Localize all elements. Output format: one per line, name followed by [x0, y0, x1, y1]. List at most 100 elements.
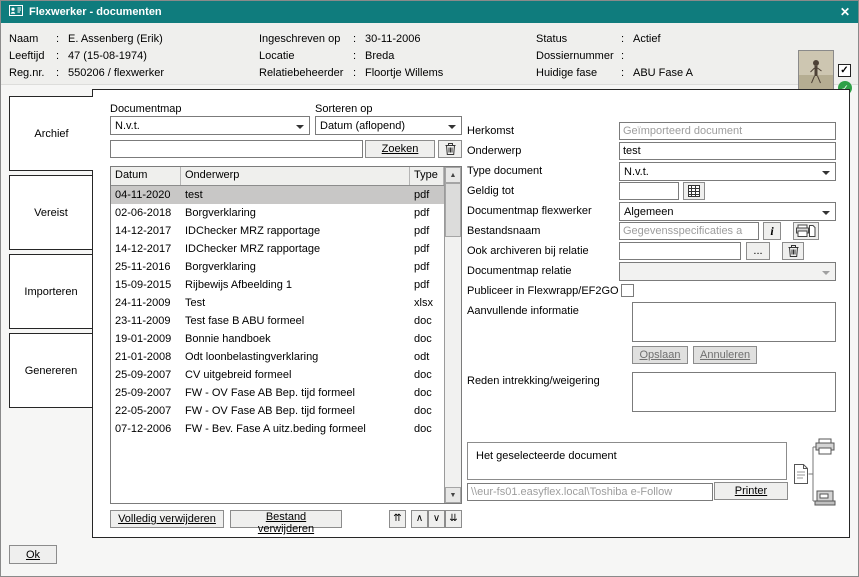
header-field: Leeftijd:47 (15-08-1974) — [9, 48, 164, 64]
type-document-value: N.v.t. — [624, 166, 649, 178]
reden-intrekking-field[interactable] — [632, 372, 836, 412]
chevron-down-icon — [822, 211, 830, 219]
header-group-status: Status:ActiefDossiernummer:Huidige fase:… — [536, 31, 693, 81]
bestandsnaam-label: Bestandsnaam — [467, 225, 540, 237]
tab-genereren[interactable]: Genereren — [9, 333, 93, 408]
print-route-diagram — [793, 438, 839, 510]
documentmap-flexwerker-select[interactable]: Algemeen — [619, 202, 836, 221]
check-icon: ✓ — [840, 65, 848, 76]
window-icon — [9, 5, 23, 19]
herkomst-field — [619, 122, 836, 140]
search-input[interactable] — [110, 140, 363, 158]
table-header-row: Datum Onderwerp Type — [111, 167, 444, 186]
close-icon[interactable]: ✕ — [840, 5, 850, 19]
chevron-down-icon — [822, 271, 830, 279]
table-row[interactable]: 21-01-2008Odt loonbelastingverklaringodt — [111, 348, 444, 366]
window-title: Flexwerker - documenten — [29, 6, 834, 18]
volledig-verwijderen-button[interactable]: Volledig verwijderen — [110, 510, 224, 528]
table-row[interactable]: 25-09-2007CV uitgebreid formeeldoc — [111, 366, 444, 384]
tab-archief[interactable]: Archief — [9, 96, 93, 171]
ook-archiveren-label: Ook archiveren bij relatie — [467, 245, 589, 257]
chevron-down-icon — [296, 125, 304, 133]
annuleren-button[interactable]: Annuleren — [693, 346, 757, 364]
header-info-bar: Naam:E. Assenberg (Erik)Leeftijd:47 (15-… — [1, 23, 858, 85]
table-row[interactable]: 25-09-2007FW - OV Fase AB Bep. tijd form… — [111, 384, 444, 402]
header-field: Naam:E. Assenberg (Erik) — [9, 31, 164, 47]
browse-relatie-button[interactable]: ... — [746, 242, 770, 260]
calendar-button[interactable] — [683, 182, 705, 200]
calendar-icon — [688, 185, 700, 197]
table-row[interactable]: 07-12-2006FW - Bev. Fase A uitz.beding f… — [111, 420, 444, 438]
table-row[interactable]: 22-05-2007FW - OV Fase AB Bep. tijd form… — [111, 402, 444, 420]
table-row[interactable]: 15-09-2015Rijbewijs Afbeelding 1pdf — [111, 276, 444, 294]
delete-relatie-button[interactable] — [782, 242, 804, 260]
header-field: Relatiebeheerder:Floortje Willems — [259, 65, 443, 81]
tab-vereist[interactable]: Vereist — [9, 175, 93, 250]
chevron-down-icon — [822, 171, 830, 179]
sorteren-select[interactable]: Datum (aflopend) — [315, 116, 462, 135]
header-group-registration: Ingeschreven op:30-11-2006Locatie:BredaR… — [259, 31, 443, 81]
sorteren-value: Datum (aflopend) — [320, 120, 405, 132]
header-field: Status:Actief — [536, 31, 693, 47]
printer-button[interactable]: Printer — [714, 482, 788, 500]
printer-icon — [816, 439, 834, 454]
table-row[interactable]: 24-11-2009Testxlsx — [111, 294, 444, 312]
move-down-button[interactable]: ∨ — [428, 510, 445, 528]
scroll-down-button[interactable]: ▼ — [445, 487, 461, 503]
table-row[interactable]: 14-12-2017IDChecker MRZ rapportagepdf — [111, 240, 444, 258]
header-field: Ingeschreven op:30-11-2006 — [259, 31, 443, 47]
move-top-button[interactable]: ⇈ — [389, 510, 406, 528]
table-row[interactable]: 23-11-2009Test fase B ABU formeeldoc — [111, 312, 444, 330]
trash-icon — [788, 245, 799, 257]
move-up-button[interactable]: ∧ — [411, 510, 428, 528]
geldig-tot-field[interactable] — [619, 182, 679, 200]
type-document-label: Type document — [467, 165, 542, 177]
bestand-verwijderen-button[interactable]: Bestand verwijderen — [230, 510, 342, 528]
clear-search-button[interactable] — [438, 140, 462, 158]
ook-archiveren-field[interactable] — [619, 242, 741, 260]
zoeken-button[interactable]: Zoeken — [365, 140, 435, 158]
reden-intrekking-label: Reden intrekking/weigering — [467, 375, 600, 387]
table-row[interactable]: 19-01-2009Bonnie handboekdoc — [111, 330, 444, 348]
scroll-up-button[interactable]: ▲ — [445, 167, 461, 183]
sorteren-label: Sorteren op — [315, 103, 372, 115]
documentmap-relatie-label: Documentmap relatie — [467, 265, 572, 277]
table-row[interactable]: 04-11-2020testpdf — [111, 186, 444, 204]
move-bottom-button[interactable]: ⇊ — [445, 510, 462, 528]
chevron-down-icon — [448, 125, 456, 133]
documentmap-flexwerker-value: Algemeen — [624, 206, 674, 218]
document-table: Datum Onderwerp Type 04-11-2020testpdf02… — [110, 166, 462, 504]
header-group-personal: Naam:E. Assenberg (Erik)Leeftijd:47 (15-… — [9, 31, 164, 81]
header-field: Locatie:Breda — [259, 48, 443, 64]
opslaan-button[interactable]: Opslaan — [632, 346, 688, 364]
trash-icon — [445, 143, 456, 155]
table-row[interactable]: 02-06-2018Borgverklaringpdf — [111, 204, 444, 222]
flexwerker-photo — [798, 50, 834, 92]
aanvullende-informatie-field[interactable] — [632, 302, 836, 342]
herkomst-label: Herkomst — [467, 125, 514, 137]
column-header-onderwerp: Onderwerp — [181, 167, 410, 185]
documentmap-filter-label: Documentmap — [110, 103, 182, 115]
type-document-select[interactable]: N.v.t. — [619, 162, 836, 181]
table-row[interactable]: 25-11-2016Borgverklaringpdf — [111, 258, 444, 276]
documentmap-filter-select[interactable]: N.v.t. — [110, 116, 310, 135]
header-field: Reg.nr.:550206 / flexwerker — [9, 65, 164, 81]
output-device-icon — [815, 491, 835, 505]
documentmap-relatie-select — [619, 262, 836, 281]
info-icon: i — [770, 224, 773, 239]
print-document-button[interactable] — [793, 222, 819, 240]
tab-list: ArchiefVereistImporterenGenereren — [9, 96, 93, 408]
archief-panel: Documentmap Sorteren op N.v.t. Datum (af… — [92, 89, 850, 538]
publiceer-checkbox[interactable] — [621, 284, 634, 297]
onderwerp-field[interactable] — [619, 142, 836, 160]
table-row[interactable]: 14-12-2017IDChecker MRZ rapportagepdf — [111, 222, 444, 240]
photo-checkbox[interactable]: ✓ — [838, 64, 851, 77]
scroll-thumb[interactable] — [445, 183, 461, 237]
selected-document-text: Het geselecteerde document — [476, 450, 617, 462]
info-button[interactable]: i — [763, 222, 781, 240]
column-header-datum: Datum — [111, 167, 181, 185]
aanvullende-informatie-label: Aanvullende informatie — [467, 305, 579, 317]
tab-importeren[interactable]: Importeren — [9, 254, 93, 329]
flexwerker-documenten-window: Flexwerker - documenten ✕ Naam:E. Assenb… — [0, 0, 859, 577]
ok-button[interactable]: Ok — [9, 545, 57, 564]
